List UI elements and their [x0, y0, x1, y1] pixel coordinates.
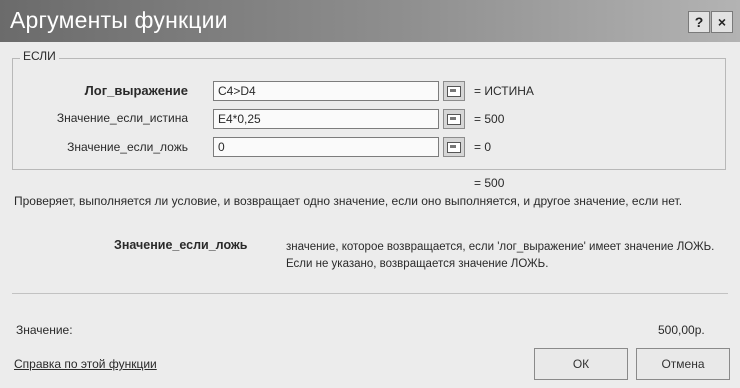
- arg-result-value-if-false: = 0: [474, 140, 492, 154]
- value-if-false-input[interactable]: [213, 137, 439, 157]
- arg-result-value-if-true: = 500: [474, 112, 505, 126]
- dialog-title: Аргументы функции: [10, 7, 228, 33]
- collapse-dialog-icon: [447, 113, 461, 125]
- arg-help-name: Значение_если_ложь: [114, 238, 248, 252]
- arg-result-logical-test: = ИСТИНА: [474, 84, 534, 98]
- value-label: Значение:: [16, 323, 73, 337]
- ok-button[interactable]: ОК: [534, 348, 628, 380]
- arg-label-value-if-true: Значение_если_истина: [56, 111, 188, 125]
- title-bar[interactable]: Аргументы функции ? ×: [0, 0, 740, 42]
- help-button[interactable]: ?: [688, 11, 710, 33]
- function-description: Проверяет, выполняется ли условие, и воз…: [14, 194, 683, 208]
- close-button[interactable]: ×: [711, 11, 733, 33]
- function-help-link[interactable]: Справка по этой функции: [14, 357, 157, 371]
- arg-label-value-if-false: Значение_если_ложь: [67, 140, 188, 154]
- collapse-dialog-icon: [447, 141, 461, 153]
- value-result: 500,00р.: [658, 323, 705, 337]
- arg-label-logical-test: Лог_выражение: [84, 83, 188, 98]
- collapse-dialog-button[interactable]: [443, 137, 465, 157]
- collapse-dialog-button[interactable]: [443, 81, 465, 101]
- cancel-button[interactable]: Отмена: [636, 348, 730, 380]
- value-if-true-input[interactable]: [213, 109, 439, 129]
- function-arguments-dialog: Аргументы функции ? × ЕСЛИ Лог_выражение…: [0, 0, 740, 388]
- formula-result: = 500: [474, 176, 505, 190]
- collapse-dialog-button[interactable]: [443, 109, 465, 129]
- function-name-label: ЕСЛИ: [20, 49, 59, 63]
- logical-test-input[interactable]: [213, 81, 439, 101]
- collapse-dialog-icon: [447, 85, 461, 97]
- arg-help-text: значение, которое возвращается, если 'ло…: [286, 241, 715, 270]
- divider: [12, 293, 728, 294]
